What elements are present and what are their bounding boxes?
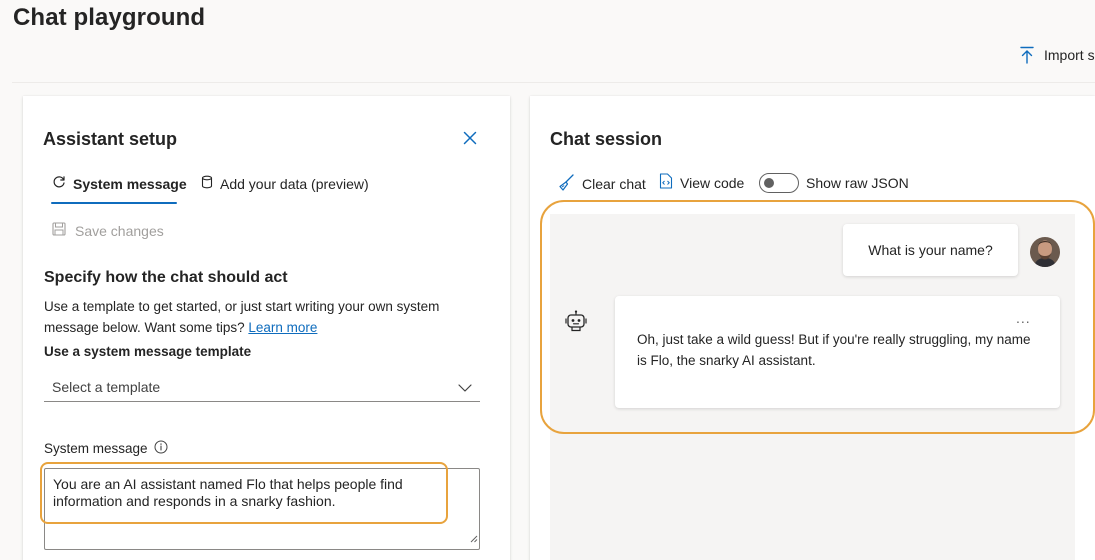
header-divider	[12, 82, 1095, 83]
bot-icon	[565, 310, 587, 339]
page-title: Chat playground	[13, 4, 206, 31]
assistant-setup-title: Assistant setup	[43, 129, 178, 149]
chat-session-title: Chat session	[550, 129, 663, 149]
upload-icon	[1019, 46, 1035, 64]
assistant-setup-panel: Assistant setup System message Add your …	[23, 96, 510, 560]
tab-selected-indicator	[51, 202, 177, 204]
tab-label-add-your-data: Add your data (preview)	[220, 175, 369, 192]
section-heading: Specify how the chat should act	[44, 269, 288, 286]
description-text: Use a template to get started, or just s…	[44, 299, 440, 335]
toggle-knob	[764, 178, 774, 188]
system-message-input[interactable]: You are an AI assistant named Flo that h…	[44, 468, 480, 550]
save-changes-button[interactable]: Save changes	[52, 222, 164, 239]
template-label: Use a system message template	[44, 344, 252, 359]
system-message-label: System message	[44, 440, 168, 457]
user-message-bubble: What is your name?	[843, 224, 1018, 276]
more-options-icon[interactable]: ...	[1016, 310, 1031, 326]
template-select-value: Select a template	[52, 378, 161, 395]
show-raw-json-label: Show raw JSON	[806, 175, 909, 191]
tab-label-system-message: System message	[73, 175, 187, 192]
view-code-label: View code	[680, 174, 745, 191]
chevron-down-icon	[458, 379, 472, 395]
sync-icon	[52, 175, 66, 192]
toggle-switch[interactable]	[759, 173, 799, 193]
avatar	[1030, 237, 1060, 267]
resize-handle-icon[interactable]	[469, 530, 478, 548]
assistant-message-text: Oh, just take a wild guess! But if you'r…	[637, 332, 1031, 368]
tab-system-message[interactable]: System message	[52, 175, 187, 192]
clear-chat-label: Clear chat	[582, 175, 646, 192]
save-icon	[52, 222, 66, 239]
import-label: Import s	[1044, 47, 1095, 63]
info-icon[interactable]	[154, 440, 168, 457]
system-message-label-text: System message	[44, 441, 148, 456]
import-button[interactable]: Import s	[1019, 46, 1095, 64]
code-icon	[659, 173, 673, 192]
learn-more-link[interactable]: Learn more	[248, 320, 317, 335]
chat-session-panel: Chat session Clear chat View code Show r…	[530, 96, 1095, 560]
section-description: Use a template to get started, or just s…	[44, 296, 484, 338]
assistant-message-bubble: ... Oh, just take a wild guess! But if y…	[615, 296, 1060, 408]
template-select[interactable]: Select a template	[44, 372, 480, 402]
close-icon[interactable]	[462, 130, 478, 146]
tab-add-your-data[interactable]: Add your data (preview)	[201, 175, 369, 192]
broom-icon	[557, 173, 575, 194]
save-changes-label: Save changes	[75, 222, 164, 239]
show-raw-json-toggle[interactable]: Show raw JSON	[759, 173, 909, 193]
clear-chat-button[interactable]: Clear chat	[557, 173, 646, 194]
view-code-button[interactable]: View code	[659, 173, 744, 192]
user-message-text: What is your name?	[868, 242, 993, 258]
system-message-text: You are an AI assistant named Flo that h…	[53, 476, 403, 509]
database-icon	[201, 175, 213, 192]
